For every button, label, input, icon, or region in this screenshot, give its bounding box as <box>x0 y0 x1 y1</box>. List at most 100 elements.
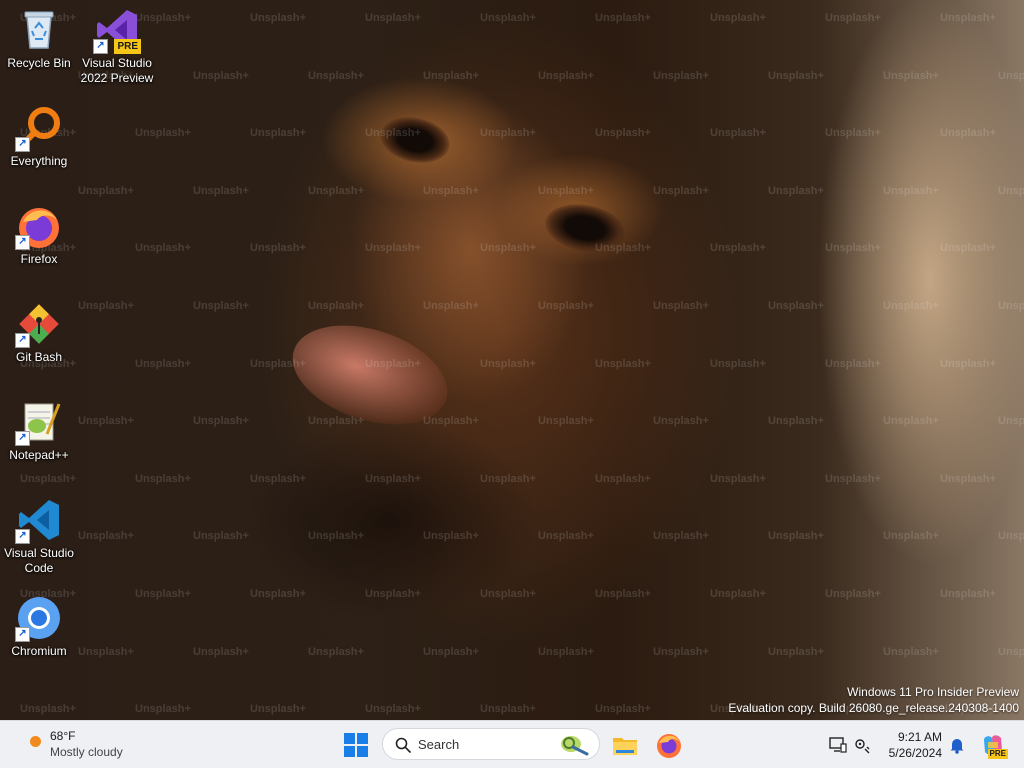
shortcut-arrow-icon: ↗ <box>93 39 108 54</box>
firefox-icon: ↗ <box>15 202 63 250</box>
recycle-bin-icon <box>15 6 63 54</box>
watermark-text: Unsplash+ <box>193 184 249 197</box>
pre-badge: PRE <box>987 749 1008 759</box>
settings-accessibility-icon[interactable] <box>852 735 872 755</box>
watermark-text: Unsplash+ <box>940 127 996 140</box>
watermark-text: Unsplash+ <box>653 530 709 543</box>
watermark-text: Unsplash+ <box>825 127 881 140</box>
watermark-text: Unsplash+ <box>940 242 996 255</box>
vscode-icon: ↗ <box>15 496 63 544</box>
file-explorer-icon <box>613 738 637 755</box>
watermark-text: Unsplash+ <box>998 300 1024 312</box>
watermark-text: Unsplash+ <box>768 184 824 197</box>
watermark-text: Unsplash+ <box>595 12 651 24</box>
git-bash-icon: ↗ <box>15 300 63 348</box>
watermark-text: Unsplash+ <box>768 300 824 312</box>
watermark-text: Unsplash+ <box>883 300 939 312</box>
watermark-text: Unsplash+ <box>423 184 479 197</box>
watermark-text: Unsplash+ <box>308 645 364 658</box>
watermark-text: Unsplash+ <box>78 184 134 197</box>
watermark-text: Unsplash+ <box>883 530 939 543</box>
watermark-text: Unsplash+ <box>768 415 824 428</box>
file-explorer-button[interactable] <box>611 731 639 759</box>
desktop-icon-vscode[interactable]: ↗ Visual Studio Code <box>1 496 77 576</box>
notification-button[interactable] <box>947 735 967 755</box>
watermark-text: Unsplash+ <box>480 703 536 716</box>
watermark-text: Unsplash+ <box>768 530 824 543</box>
shortcut-arrow-icon: ↗ <box>15 333 30 348</box>
watermark-text: Unsplash+ <box>768 645 824 658</box>
desktop-icon-visual-studio-preview[interactable]: PRE ↗ Visual Studio 2022 Preview <box>79 6 155 86</box>
watermark-text: Unsplash+ <box>710 242 766 255</box>
watermark-text: Unsplash+ <box>883 645 939 658</box>
start-button[interactable] <box>344 733 368 757</box>
watermark-text: Unsplash+ <box>193 415 249 428</box>
watermark-text: Unsplash+ <box>653 415 709 428</box>
watermark-text: Unsplash+ <box>710 357 766 370</box>
bell-icon <box>950 739 964 754</box>
watermark-text: Unsplash+ <box>135 357 191 370</box>
watermark-text: Unsplash+ <box>940 357 996 370</box>
watermark-text: Unsplash+ <box>135 127 191 140</box>
watermark-text: Unsplash+ <box>480 12 536 24</box>
weather-temperature: 68°F <box>50 729 76 743</box>
watermark-text: Unsplash+ <box>135 472 191 485</box>
watermark-text: Unsplash+ <box>998 415 1024 428</box>
desktop-icon-label: Visual Studio Code <box>4 546 74 575</box>
watermark-text: Unsplash+ <box>78 530 134 543</box>
desktop-icon-label: Recycle Bin <box>7 56 71 70</box>
visual-studio-preview-icon: PRE ↗ <box>93 6 141 54</box>
watermark-text: Unsplash+ <box>78 415 134 428</box>
os-watermark-line1: Windows 11 Pro Insider Preview <box>847 685 1019 699</box>
watermark-text: Unsplash+ <box>423 645 479 658</box>
windows-logo-icon <box>344 733 355 744</box>
watermark-text: Unsplash+ <box>423 69 479 82</box>
watermark-text: Unsplash+ <box>538 415 594 428</box>
watermark-text: Unsplash+ <box>825 12 881 24</box>
watermark-text: Unsplash+ <box>653 645 709 658</box>
desktop-icon-recycle-bin[interactable]: Recycle Bin <box>1 6 77 71</box>
watermark-text: Unsplash+ <box>653 69 709 82</box>
watermark-text: Unsplash+ <box>710 12 766 24</box>
desktop-icon-notepad-plus-plus[interactable]: ↗ Notepad++ <box>1 398 77 463</box>
watermark-text: Unsplash+ <box>710 127 766 140</box>
os-evaluation-watermark: Windows 11 Pro Insider Preview Evaluatio… <box>728 684 1019 716</box>
shortcut-arrow-icon: ↗ <box>15 137 30 152</box>
watermark-text: Unsplash+ <box>825 588 881 600</box>
notepad-plus-plus-icon: ↗ <box>15 398 63 446</box>
watermark-text: Unsplash+ <box>653 184 709 197</box>
watermark-text: Unsplash+ <box>135 703 191 716</box>
pre-badge: PRE <box>114 39 141 54</box>
desktop-icon-everything[interactable]: ↗ Everything <box>1 104 77 169</box>
watermark-text: Unsplash+ <box>365 12 421 24</box>
watermark-text: Unsplash+ <box>20 472 76 485</box>
watermark-text: Unsplash+ <box>825 357 881 370</box>
watermark-text: Unsplash+ <box>193 69 249 82</box>
watermark-text: Unsplash+ <box>135 588 191 600</box>
watermark-text: Unsplash+ <box>423 300 479 312</box>
watermark-text: Unsplash+ <box>193 645 249 658</box>
search-icon <box>395 737 411 753</box>
taskbar-search-box[interactable]: Search <box>382 728 600 760</box>
desktop-icon-firefox[interactable]: ↗ Firefox <box>1 202 77 267</box>
system-clock[interactable]: 9:21 AM 5/26/2024 <box>880 729 942 761</box>
watermark-text: Unsplash+ <box>78 300 134 312</box>
watermark-text: Unsplash+ <box>710 472 766 485</box>
watermark-text: Unsplash+ <box>480 242 536 255</box>
firefox-taskbar-button[interactable] <box>655 731 683 759</box>
sun-icon <box>30 736 41 747</box>
watermark-text: Unsplash+ <box>595 588 651 600</box>
desktop-icon-git-bash[interactable]: ↗ Git Bash <box>1 300 77 365</box>
watermark-text: Unsplash+ <box>998 69 1024 82</box>
os-watermark-line2: Evaluation copy. Build 26080.ge_release.… <box>728 701 1019 715</box>
desktop-icon-label: Notepad++ <box>9 448 69 462</box>
weather-widget[interactable]: 68°F Mostly cloudy <box>22 728 162 762</box>
watermark-text: Unsplash+ <box>825 242 881 255</box>
watermark-text: Unsplash+ <box>595 127 651 140</box>
watermark-text: Unsplash+ <box>250 12 306 24</box>
wallpaper-watermarks: Unsplash+ Unsplash+ Unsplash+ Unsplash+ Unsp… <box>0 0 1024 720</box>
desktop-icon-chromium[interactable]: ↗ Chromium <box>1 594 77 659</box>
network-display-icon[interactable] <box>828 735 848 755</box>
watermark-text: Unsplash+ <box>365 242 421 255</box>
copilot-button[interactable]: PRE <box>980 732 1008 759</box>
